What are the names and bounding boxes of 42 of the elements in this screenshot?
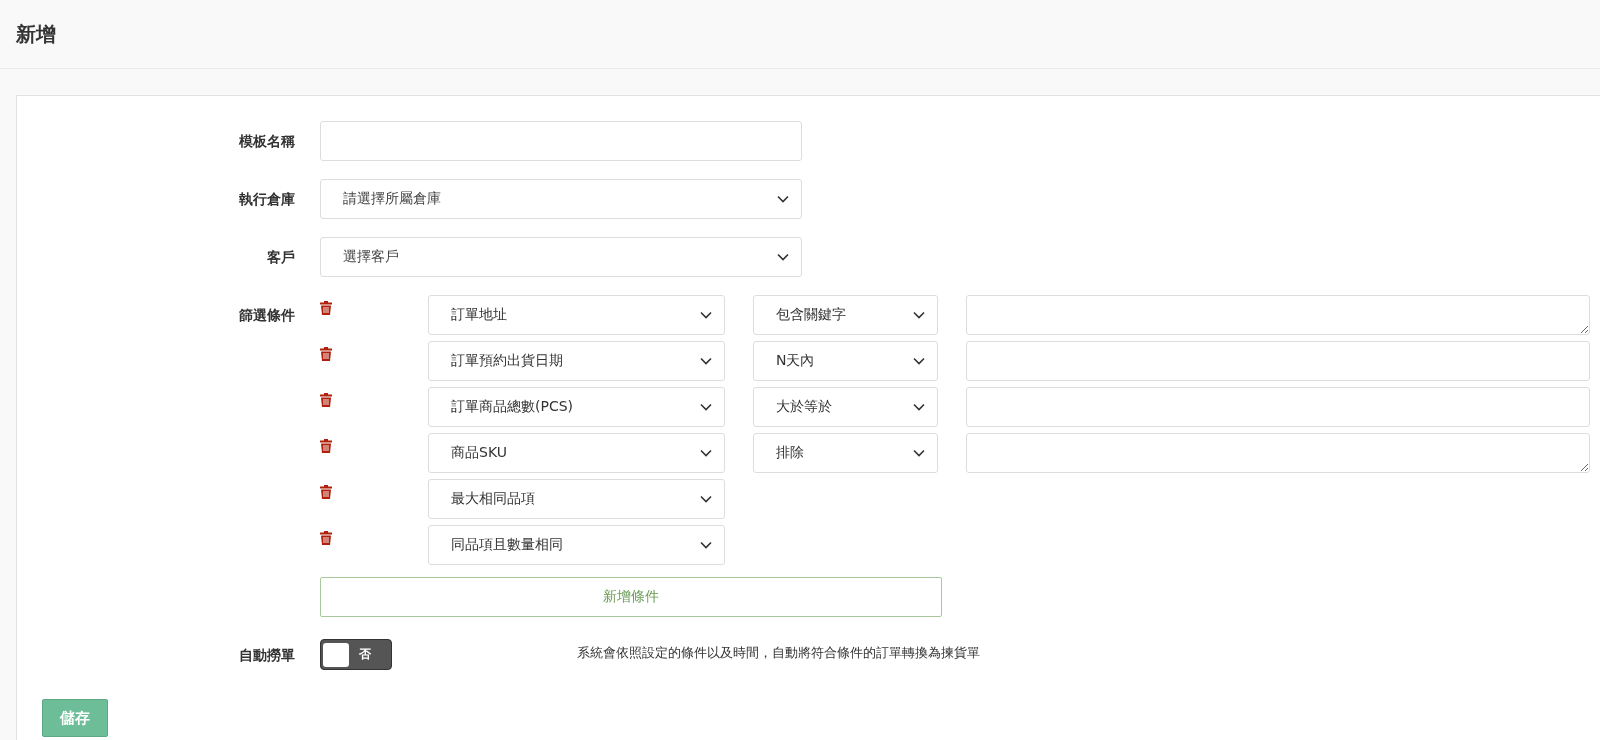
- add-condition-button[interactable]: 新增條件: [320, 577, 942, 617]
- field-label: 篩選條件: [239, 306, 295, 325]
- operator-select[interactable]: 排除: [753, 433, 938, 473]
- field-select[interactable]: 最大相同品項: [428, 479, 725, 519]
- field-select[interactable]: 訂單商品總數(PCS): [428, 387, 725, 427]
- trash-icon[interactable]: [320, 439, 332, 453]
- caret-icon: [700, 449, 712, 457]
- field-label: 執行倉庫: [239, 190, 295, 209]
- trash-icon[interactable]: [320, 301, 332, 315]
- customer-select[interactable]: 選擇客戶: [320, 237, 802, 277]
- page-title: 新增: [16, 20, 56, 48]
- field-select[interactable]: 訂單地址: [428, 295, 725, 335]
- trash-icon[interactable]: [320, 347, 332, 361]
- field-label: 自動撈單: [239, 646, 295, 665]
- field-select[interactable]: 商品SKU: [428, 433, 725, 473]
- field-label: 模板名稱: [239, 132, 295, 151]
- operator-select[interactable]: 大於等於: [753, 387, 938, 427]
- hint-text: 系統會依照設定的條件以及時間，自動將符合條件的訂單轉換為揀貨單: [577, 644, 980, 662]
- caret-icon: [700, 357, 712, 365]
- caret-icon: [913, 403, 925, 411]
- caret-icon: [700, 495, 712, 503]
- operator-select[interactable]: N天內: [753, 341, 938, 381]
- caret-icon: [700, 541, 712, 549]
- input-field[interactable]: [966, 341, 1590, 381]
- field-select[interactable]: 同品項且數量相同: [428, 525, 725, 565]
- field-select[interactable]: 訂單預約出貨日期: [428, 341, 725, 381]
- warehouse-select[interactable]: 請選擇所屬倉庫: [320, 179, 802, 219]
- trash-icon[interactable]: [320, 531, 332, 545]
- caret-icon: [913, 449, 925, 457]
- field-label: 客戶: [267, 248, 295, 267]
- caret-icon: [777, 253, 789, 261]
- toggle-switch[interactable]: 否: [320, 639, 392, 670]
- caret-icon: [777, 195, 789, 203]
- operator-select[interactable]: 包含關鍵字: [753, 295, 938, 335]
- trash-icon[interactable]: [320, 485, 332, 499]
- caret-icon: [913, 311, 925, 319]
- trash-icon[interactable]: [320, 393, 332, 407]
- input-field[interactable]: [320, 121, 802, 161]
- caret-icon: [913, 357, 925, 365]
- caret-icon: [700, 403, 712, 411]
- input-field[interactable]: [966, 387, 1590, 427]
- caret-icon: [700, 311, 712, 319]
